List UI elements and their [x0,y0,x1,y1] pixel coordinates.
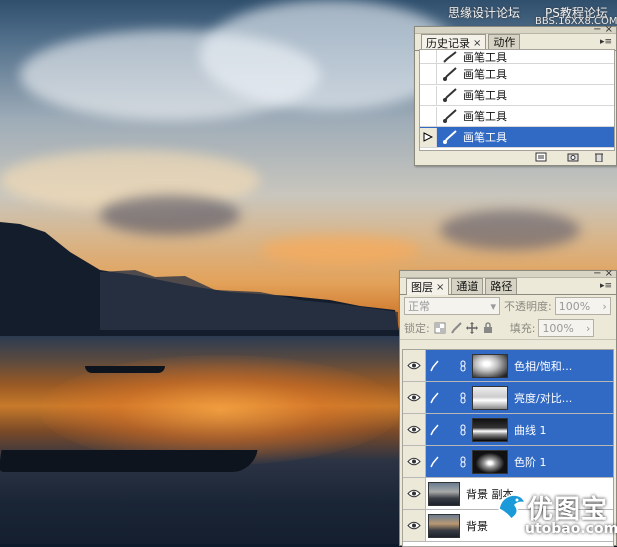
history-state-pointer-icon[interactable] [420,127,437,147]
layer-name: 色相/饱和... [514,359,573,373]
history-item-label: 画笔工具 [463,68,507,81]
lock-image-pixels-icon[interactable] [450,322,462,334]
layer-row-curves[interactable]: 曲线 1 [403,414,613,446]
watermark-forum-name: 思缘设计论坛 [448,6,521,20]
layer-thumbnail[interactable] [428,513,460,538]
blend-mode-select[interactable]: 正常 ▾ [404,297,500,315]
layer-mask-thumbnail[interactable] [472,417,508,442]
tab-layers-label: 图层 [411,280,433,294]
chain-link-icon[interactable] [458,424,468,436]
eye-icon[interactable] [403,414,426,445]
brush-tool-icon [437,107,463,126]
lock-label: 锁定: [404,322,430,335]
chevron-right-icon: › [602,299,607,313]
trash-icon[interactable] [593,152,605,162]
eye-icon[interactable] [403,510,426,541]
layer-mask-thumbnail[interactable] [472,385,508,410]
history-source-checkbox[interactable] [420,106,437,126]
lock-transparent-pixels-icon[interactable] [434,322,446,334]
layer-row-hue-saturation[interactable]: 色相/饱和... [403,350,613,382]
brush-icon [426,414,442,445]
adjustment-layer-icon [444,423,458,437]
chevron-right-icon: › [586,321,591,335]
bird-logo-icon [498,494,527,521]
history-item-selected[interactable]: 画笔工具 [420,127,614,148]
opacity-label: 不透明度: [504,300,552,313]
layers-tab-bar: 图层 × 通道 路径 ▸≡ [400,278,616,295]
chain-link-icon[interactable] [458,456,468,468]
collapse-icon[interactable]: − × [593,269,613,279]
tab-paths-label: 路径 [490,280,513,293]
chevron-down-icon: ▾ [490,299,496,313]
new-snapshot-icon[interactable] [567,152,579,162]
blend-mode-value: 正常 [408,300,430,313]
large-boat [0,450,258,472]
chain-link-icon[interactable] [458,392,468,404]
layer-name: 色阶 1 [514,455,547,469]
brush-icon [426,382,442,413]
history-item[interactable]: 画笔工具 [420,106,614,127]
small-boat [85,366,165,373]
brush-icon [426,350,442,381]
history-item-label: 画笔工具 [463,50,507,64]
history-footer [415,150,616,164]
brush-tool-icon [437,65,463,84]
tab-channels-label: 通道 [456,280,479,293]
tab-layers[interactable]: 图层 × [406,278,450,295]
history-source-checkbox[interactable] [420,64,437,84]
adjustment-layer-icon [444,359,458,373]
close-icon[interactable]: × [436,280,444,295]
history-item[interactable]: 画笔工具 [420,64,614,85]
layer-name: 曲线 1 [514,423,547,437]
panel-menu-icon[interactable]: ▸≡ [600,37,612,47]
layer-thumbnail[interactable] [428,481,460,506]
layer-row-levels[interactable]: 色阶 1 [403,446,613,478]
history-item[interactable]: 画笔工具 [420,85,614,106]
lock-fill-row: 锁定: 填充: 100% › [400,317,616,340]
eye-icon[interactable] [403,350,426,381]
history-source-checkbox[interactable] [420,85,437,105]
lock-position-icon[interactable] [465,322,478,334]
lock-all-icon[interactable] [482,322,494,334]
panel-menu-icon[interactable]: ▸≡ [600,281,612,291]
brush-tool-icon [437,50,463,66]
layer-row-brightness-contrast[interactable]: 亮度/对比... [403,382,613,414]
history-item-label: 画笔工具 [463,89,507,102]
fill-value: 100% [542,321,574,335]
layer-name: 亮度/对比... [514,391,573,405]
fill-field[interactable]: 100% › [538,319,595,337]
chain-link-icon[interactable] [458,360,468,372]
adjustment-layer-icon [444,391,458,405]
new-document-from-state-icon[interactable] [535,152,547,162]
tab-paths[interactable]: 路径 [485,278,518,294]
panel-grip[interactable]: − × [415,25,616,35]
history-source-checkbox[interactable] [420,50,437,66]
eye-icon[interactable] [403,478,426,509]
tab-channels[interactable]: 通道 [451,278,484,294]
history-panel: − × 历史记录 × 动作 ▸≡ 画笔工具 画笔工具 画笔工具 画笔工具 画笔工… [414,25,617,166]
tab-actions-label: 动作 [493,36,516,49]
fill-label: 填充: [509,322,536,335]
history-list: 画笔工具 画笔工具 画笔工具 画笔工具 画笔工具 [419,49,615,151]
blend-opacity-row: 正常 ▾ 不透明度: 100% › [400,295,616,317]
brush-tool-icon [437,86,463,105]
brush-tool-icon [437,128,463,147]
history-item-label: 画笔工具 [463,110,507,123]
layer-mask-thumbnail[interactable] [472,353,508,378]
history-item[interactable]: 画笔工具 [420,50,614,66]
tab-actions[interactable]: 动作 [488,34,521,50]
eye-icon[interactable] [403,382,426,413]
utobao-watermark: 优图宝 utobao.com [495,487,617,544]
history-item-label: 画笔工具 [463,131,507,144]
opacity-value: 100% [558,299,591,313]
panel-grip[interactable]: − × [400,269,616,279]
adjustment-layer-icon [444,455,458,469]
brush-icon [426,446,442,477]
logo-domain: utobao.com [525,521,617,537]
layer-name: 背景 [466,519,488,533]
opacity-field[interactable]: 100% › [554,297,611,315]
eye-icon[interactable] [403,446,426,477]
collapse-icon[interactable]: − × [593,25,613,35]
layer-mask-thumbnail[interactable] [472,449,508,474]
